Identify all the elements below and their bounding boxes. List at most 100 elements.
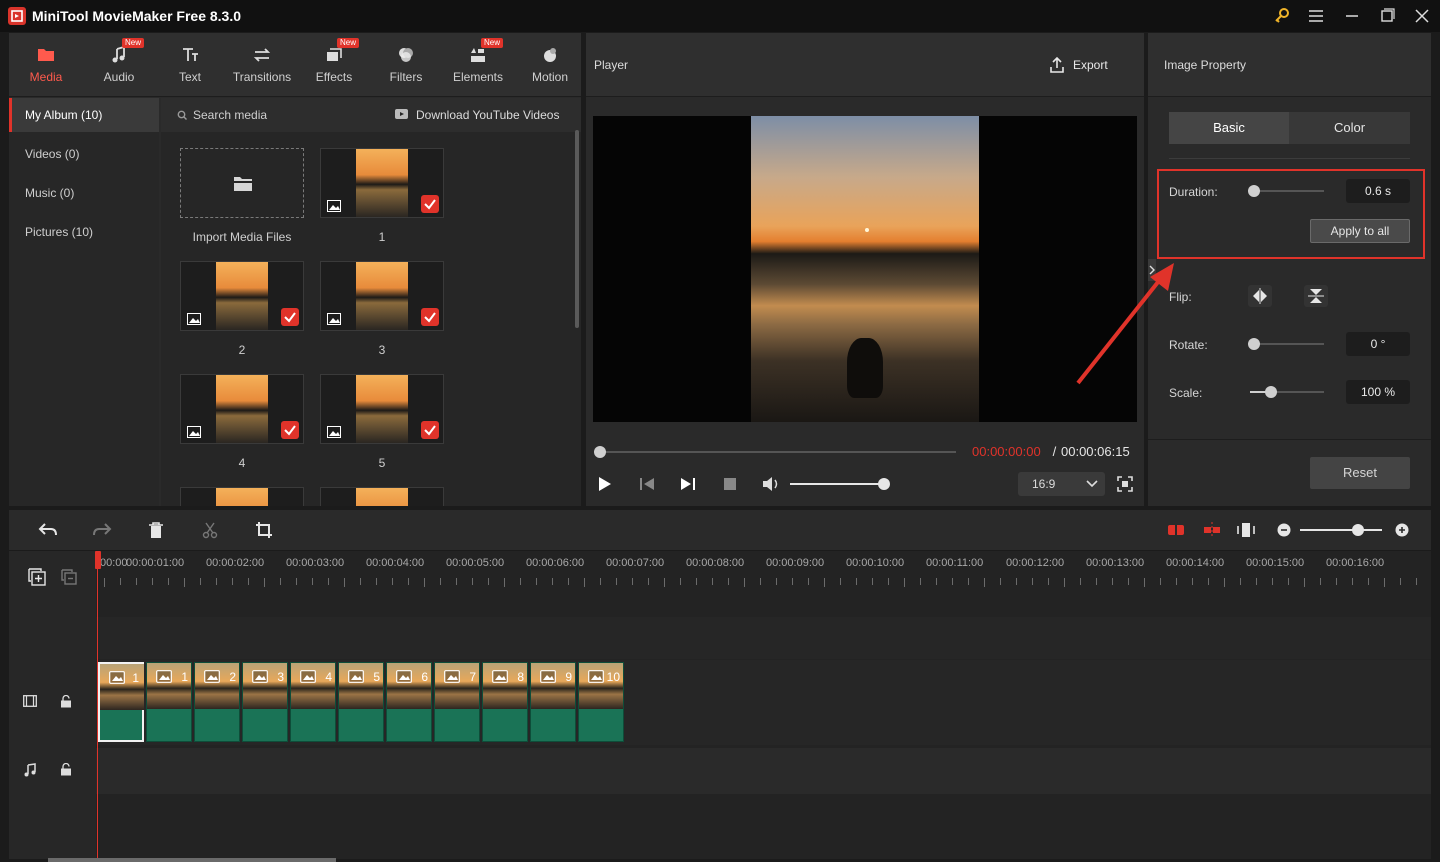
- menu-icon[interactable]: [1306, 6, 1326, 26]
- aspect-ratio-select[interactable]: 16:9: [1018, 472, 1105, 496]
- ruler-tick: [104, 578, 105, 587]
- media-thumbnail[interactable]: [320, 487, 444, 506]
- lock-icon[interactable]: [60, 695, 72, 708]
- snap-icon[interactable]: [1167, 522, 1185, 538]
- import-media-box[interactable]: [180, 148, 304, 218]
- previous-frame-icon[interactable]: [639, 477, 655, 491]
- media-thumbnail[interactable]: [180, 261, 304, 331]
- checkbox-checked-icon[interactable]: [421, 421, 439, 439]
- crop-icon[interactable]: [255, 521, 273, 539]
- tab-media[interactable]: Media: [11, 33, 81, 97]
- media-thumbnail[interactable]: [180, 374, 304, 444]
- export-button[interactable]: Export: [1048, 55, 1120, 75]
- timeline-clip[interactable]: 4: [290, 662, 336, 742]
- play-icon[interactable]: [598, 476, 612, 492]
- flip-horizontal-icon[interactable]: [1248, 285, 1272, 307]
- music-note-icon: [112, 45, 125, 63]
- media-thumbnail[interactable]: [320, 261, 444, 331]
- timeline-clip[interactable]: 1: [98, 662, 144, 742]
- timeline-clip[interactable]: 1: [146, 662, 192, 742]
- playhead-handle[interactable]: [95, 551, 101, 569]
- album-item-videos[interactable]: Videos (0): [9, 137, 159, 171]
- zoom-out-icon[interactable]: [1277, 523, 1291, 537]
- fit-timeline-icon[interactable]: [1237, 522, 1255, 538]
- playhead[interactable]: [97, 551, 98, 858]
- album-item-pictures[interactable]: Pictures (10): [9, 215, 159, 249]
- media-thumbnail[interactable]: [320, 148, 444, 218]
- volume-icon[interactable]: [761, 476, 781, 492]
- split-track-icon[interactable]: [1203, 522, 1221, 538]
- close-icon[interactable]: [1412, 6, 1432, 26]
- zoom-in-icon[interactable]: [1395, 523, 1409, 537]
- timeline-ruler[interactable]: 00:00 00:00:01:00 00:00:02:00 00:00:03:00 00…: [96, 551, 1431, 617]
- stop-icon[interactable]: [723, 477, 737, 491]
- ruler-time-label: 00:00:04:00: [366, 557, 425, 569]
- tab-transitions[interactable]: Transitions: [227, 33, 297, 97]
- undo-icon[interactable]: [38, 522, 58, 538]
- redo-icon[interactable]: [92, 522, 112, 538]
- new-badge: New: [122, 38, 145, 48]
- ruler-time-label: 00:00:11:00: [926, 557, 984, 569]
- progress-track[interactable]: [598, 451, 956, 453]
- media-thumbnail[interactable]: [320, 374, 444, 444]
- maximize-icon[interactable]: [1377, 6, 1397, 26]
- split-icon[interactable]: [202, 521, 218, 539]
- timeline-scrollbar[interactable]: [48, 858, 336, 862]
- empty-track: [96, 617, 1431, 659]
- volume-knob[interactable]: [878, 478, 890, 490]
- timeline-clip[interactable]: 6: [386, 662, 432, 742]
- album-item-my-album[interactable]: My Album (10): [9, 98, 159, 132]
- media-scrollbar[interactable]: [575, 130, 579, 328]
- delete-icon[interactable]: [148, 521, 164, 539]
- tab-text[interactable]: Text: [155, 33, 225, 97]
- scale-input[interactable]: 100 %: [1346, 380, 1410, 404]
- rotate-slider-track[interactable]: [1250, 343, 1324, 345]
- flip-vertical-icon[interactable]: [1304, 285, 1328, 307]
- tab-audio[interactable]: New Audio: [84, 33, 154, 97]
- fullscreen-icon[interactable]: [1117, 476, 1133, 492]
- checkbox-checked-icon[interactable]: [281, 421, 299, 439]
- tab-basic[interactable]: Basic: [1169, 112, 1289, 144]
- album-item-music[interactable]: Music (0): [9, 176, 159, 210]
- scale-slider-knob[interactable]: [1265, 386, 1277, 398]
- key-icon[interactable]: [1272, 6, 1292, 26]
- timeline-clip[interactable]: 9: [530, 662, 576, 742]
- tab-motion[interactable]: Motion: [515, 33, 585, 97]
- timeline-clip[interactable]: 5: [338, 662, 384, 742]
- zoom-slider-knob[interactable]: [1352, 524, 1364, 536]
- property-header: Image Property: [1148, 33, 1431, 97]
- volume-track[interactable]: [790, 483, 882, 485]
- timeline-clip[interactable]: 3: [242, 662, 288, 742]
- checkbox-checked-icon[interactable]: [421, 308, 439, 326]
- ruler-time-label: 00:00:07:00: [606, 557, 665, 569]
- timeline-clip[interactable]: 8: [482, 662, 528, 742]
- zoom-slider-track[interactable]: [1300, 529, 1382, 531]
- remove-track-icon[interactable]: [61, 569, 77, 585]
- search-input[interactable]: Search media: [193, 108, 267, 122]
- reset-button[interactable]: Reset: [1310, 457, 1410, 489]
- download-youtube-button[interactable]: Download YouTube Videos: [416, 108, 559, 122]
- tab-filters[interactable]: Filters: [371, 33, 441, 97]
- ruler-tick: [248, 578, 249, 585]
- image-preview: [356, 262, 408, 330]
- rotate-slider-knob[interactable]: [1248, 338, 1260, 350]
- minimize-icon[interactable]: [1342, 6, 1362, 26]
- tab-elements[interactable]: New Elements: [443, 33, 513, 97]
- player-header: Player Export: [586, 33, 1144, 97]
- timeline-clip[interactable]: 10: [578, 662, 624, 742]
- timeline-clip[interactable]: 2: [194, 662, 240, 742]
- ruler-tick: [1192, 578, 1193, 585]
- checkbox-checked-icon[interactable]: [281, 308, 299, 326]
- next-frame-icon[interactable]: [680, 477, 696, 491]
- tab-color[interactable]: Color: [1289, 112, 1410, 144]
- ruler-tick: [1240, 578, 1241, 585]
- progress-knob[interactable]: [594, 446, 606, 458]
- add-track-icon[interactable]: [28, 568, 46, 586]
- media-thumbnail[interactable]: [180, 487, 304, 506]
- tab-effects[interactable]: New Effects: [299, 33, 369, 97]
- lock-icon[interactable]: [60, 763, 72, 776]
- timeline-clip[interactable]: 7: [434, 662, 480, 742]
- rotate-input[interactable]: 0 °: [1346, 332, 1410, 356]
- export-label: Export: [1073, 58, 1108, 72]
- checkbox-checked-icon[interactable]: [421, 195, 439, 213]
